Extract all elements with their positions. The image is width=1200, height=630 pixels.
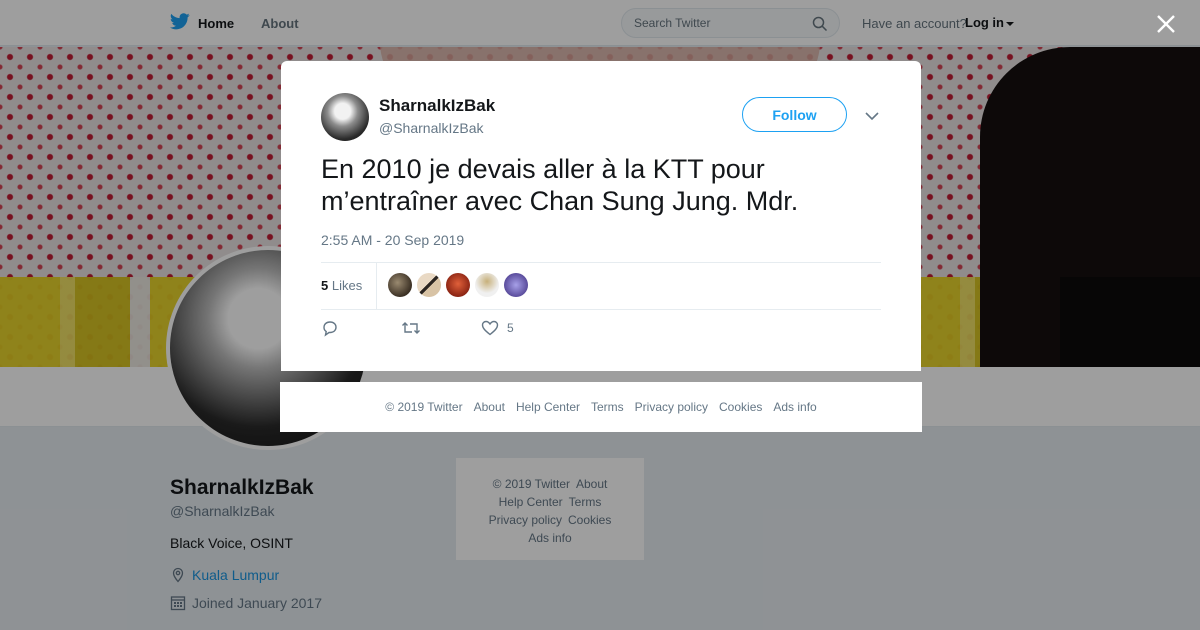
likes-stat[interactable]: 5 Likes [321,278,362,293]
liker-avatar[interactable] [446,273,470,297]
tweet-text: En 2010 je devais aller à la KTT pour m’… [321,154,799,216]
likes-count: 5 [321,278,329,293]
retweet-icon [401,319,421,337]
tweet-author-name[interactable]: SharnalkIzBak [379,96,495,116]
heart-icon [481,319,499,337]
like-button[interactable]: 5 [481,319,514,337]
modal-footer-terms-link[interactable]: Terms [591,400,624,414]
chevron-down-icon[interactable] [865,108,879,126]
retweet-button[interactable] [401,319,481,337]
liker-avatar[interactable] [417,273,441,297]
reply-icon [321,319,339,337]
tweet-modal: SharnalkIzBak @SharnalkIzBak Follow En 2… [281,61,921,371]
tweet-author-handle[interactable]: @SharnalkIzBak [379,120,483,136]
liker-avatar[interactable] [475,273,499,297]
tweet-stats: 5 Likes [321,262,881,310]
likes-label: Likes [331,278,363,293]
liker-avatar[interactable] [504,273,528,297]
liker-avatar[interactable] [388,273,412,297]
tweet-actions: 5 [321,319,514,337]
modal-footer-copyright: © 2019 Twitter [385,400,463,414]
reply-button[interactable] [321,319,401,337]
stats-divider [376,263,377,309]
modal-footer-cookies-link[interactable]: Cookies [719,400,762,414]
modal-footer-about-link[interactable]: About [474,400,505,414]
like-count: 5 [507,321,514,335]
likers-avatars [388,273,528,297]
follow-button[interactable]: Follow [742,97,847,132]
modal-footer-ads-link[interactable]: Ads info [773,400,816,414]
modal-footer-help-link[interactable]: Help Center [516,400,580,414]
modal-footer: © 2019 Twitter About Help Center Terms P… [280,382,922,432]
modal-footer-privacy-link[interactable]: Privacy policy [635,400,708,414]
tweet-timestamp[interactable]: 2:55 AM - 20 Sep 2019 [321,232,464,248]
close-icon[interactable] [1155,13,1177,35]
tweet-author-avatar[interactable] [321,93,369,141]
